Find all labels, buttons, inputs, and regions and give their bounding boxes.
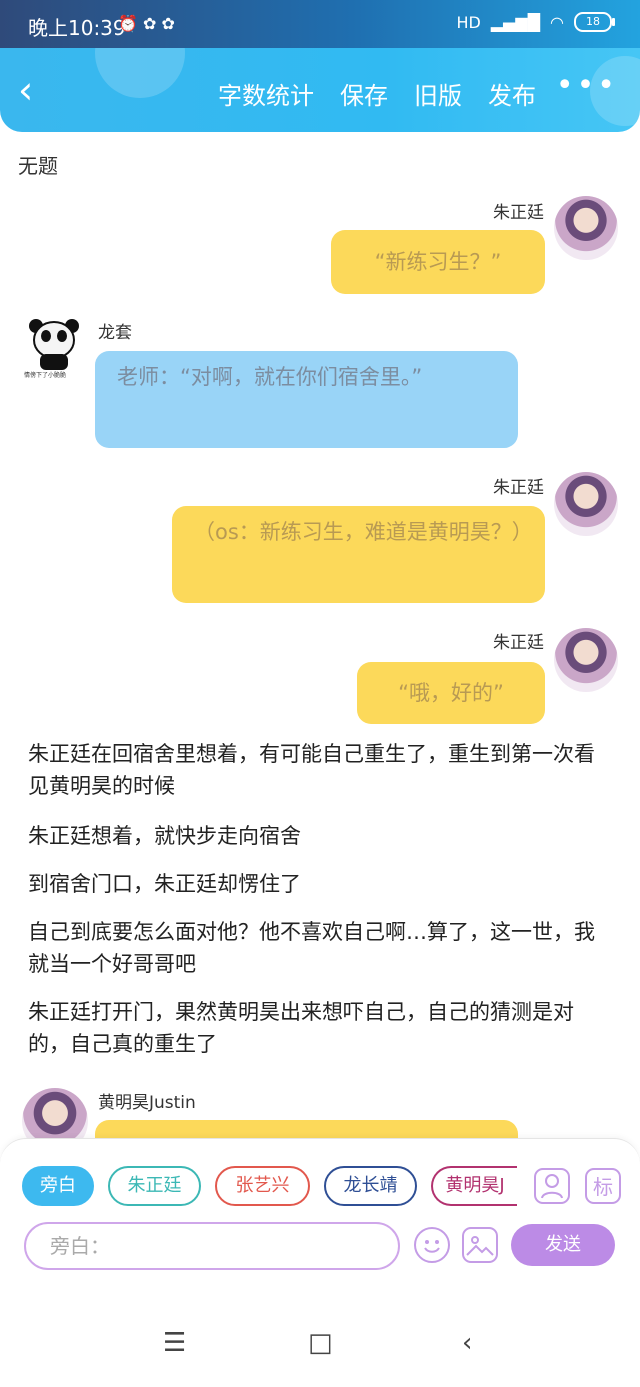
- person-glyph: [541, 1174, 563, 1199]
- person-icon[interactable]: [534, 1168, 570, 1204]
- narration-text[interactable]: 朱正廷在回宿舍里想着，有可能自己重生了，重生到第一次看见黄明昊的时候: [28, 738, 608, 802]
- status-right: HD ▂▄▆█ ◠ 18: [456, 12, 615, 32]
- smile-glyph: [424, 1240, 440, 1253]
- image-glyph: [466, 1236, 494, 1256]
- role-chip[interactable]: 龙长靖: [324, 1166, 417, 1206]
- narration-text[interactable]: 自己到底要怎么面对他？他不喜欢自己啊…算了，这一世，我就当一个好哥哥吧: [28, 916, 608, 980]
- speaker-name: 黄明昊Justin: [98, 1093, 196, 1113]
- avatar[interactable]: [554, 472, 618, 536]
- word-count-button[interactable]: 字数统计: [218, 76, 314, 111]
- emoji-icon[interactable]: [414, 1227, 450, 1263]
- menu-icon[interactable]: ☰: [163, 1328, 186, 1358]
- chat-bubble[interactable]: （os：新练习生，难道是黄明昊？）: [172, 506, 545, 603]
- old-version-button[interactable]: 旧版: [414, 76, 462, 111]
- speaker-name: 朱正廷: [493, 478, 544, 498]
- battery-icon: 18: [574, 12, 615, 32]
- speaker-name: 龙套: [98, 323, 132, 343]
- message-input[interactable]: [26, 1224, 398, 1268]
- narration-text[interactable]: 到宿舍门口，朱正廷却愣住了: [28, 868, 608, 900]
- tag-button[interactable]: 标: [585, 1168, 621, 1204]
- back-button[interactable]: ‹: [18, 70, 33, 110]
- panda-sticker-avatar[interactable]: 情傍下了小脆脆: [22, 314, 86, 380]
- narration-text[interactable]: 朱正廷想着，就快步走向宿舍: [28, 820, 608, 852]
- save-button[interactable]: 保存: [340, 76, 388, 111]
- role-chip-narrator[interactable]: 旁白: [22, 1166, 94, 1206]
- back-nav-icon[interactable]: ‹: [462, 1328, 472, 1358]
- decor-bubble: [95, 48, 185, 98]
- status-time: 晚上10:39: [28, 16, 126, 40]
- chat-bubble[interactable]: “新练习生？”: [331, 230, 545, 294]
- more-icon[interactable]: •••: [556, 68, 618, 103]
- header-nav: 字数统计 保存 旧版 发布: [218, 76, 536, 111]
- system-nav-bar: ☰ □ ‹: [0, 1310, 640, 1387]
- narration-text[interactable]: 朱正廷打开门，果然黄明昊出来想吓自己，自己的猜测是对的，自己真的重生了: [28, 996, 608, 1060]
- role-chip[interactable]: 黄明昊J: [431, 1166, 517, 1206]
- app-header: ‹ 字数统计 保存 旧版 发布 •••: [0, 48, 640, 132]
- speaker-name: 朱正廷: [493, 633, 544, 653]
- home-icon[interactable]: □: [308, 1328, 333, 1358]
- network-label: HD: [456, 12, 481, 32]
- wifi-icon: ◠: [550, 12, 564, 32]
- message-input-wrap: [24, 1222, 400, 1270]
- avatar[interactable]: [554, 628, 618, 692]
- role-chip[interactable]: 朱正廷: [108, 1166, 201, 1206]
- doc-title[interactable]: 无题: [18, 150, 58, 179]
- image-icon[interactable]: [462, 1227, 498, 1263]
- chat-bubble[interactable]: 老师：“对啊，就在你们宿舍里。”: [95, 351, 518, 448]
- signal-icon: ▂▄▆█: [490, 12, 541, 32]
- role-chip[interactable]: 张艺兴: [215, 1166, 310, 1206]
- sticker-caption: 情傍下了小脆脆: [24, 372, 67, 379]
- status-bar: 晚上10:39 ⏰ ✿ ✿ HD ▂▄▆█ ◠ 18: [0, 0, 640, 48]
- send-button[interactable]: 发送: [511, 1224, 615, 1266]
- alarm-icon: ⏰ ✿ ✿: [118, 14, 175, 33]
- chat-bubble[interactable]: “哦，好的”: [357, 662, 545, 724]
- avatar[interactable]: [554, 196, 618, 260]
- battery-level: 18: [586, 15, 600, 28]
- speaker-name: 朱正廷: [493, 203, 544, 223]
- publish-button[interactable]: 发布: [488, 76, 536, 111]
